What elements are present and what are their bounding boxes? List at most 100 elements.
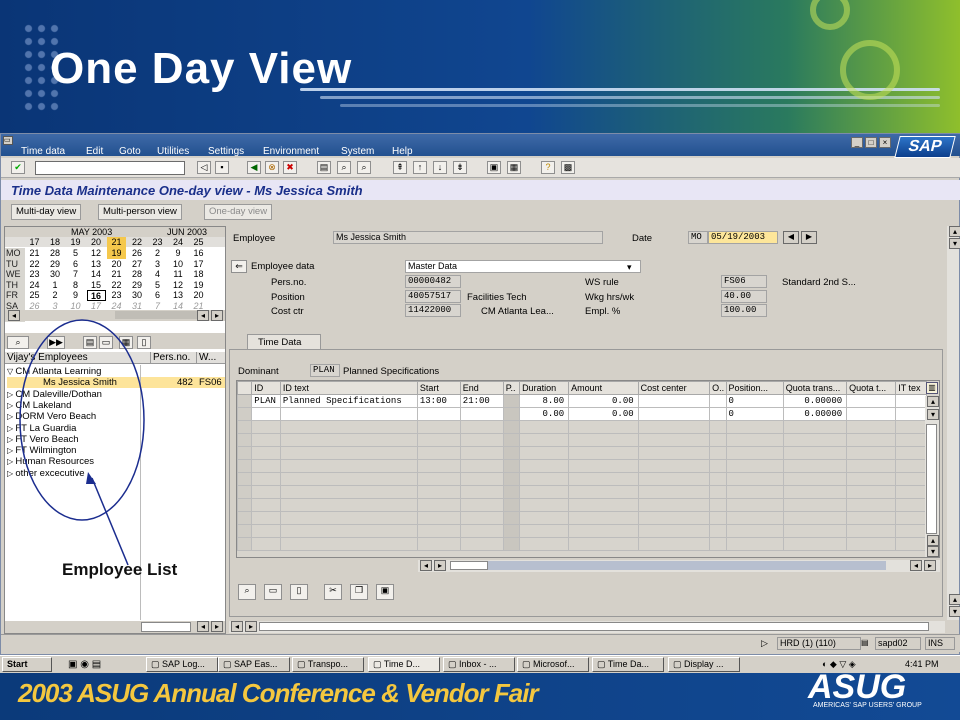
table-cell[interactable]: 0.00 [568,394,639,408]
table-cell[interactable] [568,420,639,434]
row-selector[interactable] [237,446,253,460]
calendar-day[interactable]: 21 [25,248,44,259]
table-cell[interactable] [416,472,461,486]
menu-time-data[interactable]: Time data [21,146,65,157]
row-selector[interactable] [237,511,253,525]
tree-header-persno[interactable]: Pers.no. [150,352,190,363]
table-cell[interactable] [502,472,521,486]
print-icon[interactable]: ▤ [317,161,331,174]
tree-header-ws[interactable]: W... [196,352,216,363]
table-cell[interactable] [725,459,784,473]
table-cell[interactable] [709,537,727,551]
table-cell[interactable] [709,498,727,512]
table-cell[interactable] [459,537,504,551]
table-cell[interactable] [416,433,461,447]
table-cell[interactable] [637,459,711,473]
shortcut-icon[interactable]: ▦ [507,161,521,174]
scroll-up-icon[interactable]: ▴ [949,226,960,237]
table-cell[interactable] [782,485,848,499]
table-cell[interactable] [725,433,784,447]
previous-page-icon[interactable]: ↑ [413,161,427,174]
pane-vscrollbar[interactable]: ▴ ▾ ▴ ▾ [947,226,960,620]
row-selector[interactable] [237,537,253,551]
print-tree-icon[interactable]: ▤ [83,336,97,349]
delete-icon[interactable]: ▯ [137,336,151,349]
scroll-right-icon[interactable]: ▸ [924,560,936,571]
table-cell[interactable] [502,485,521,499]
forward-icon[interactable]: ▶▶ [47,336,65,349]
table-cell[interactable] [459,446,504,460]
calendar-week-number[interactable]: 17 [25,237,44,248]
calendar-day[interactable]: 3 [148,259,167,270]
table-cell[interactable]: 0.00000 [782,394,848,408]
calendar-day[interactable]: 19 [107,248,126,259]
calendar-day[interactable]: 16 [189,248,208,259]
table-cell[interactable] [251,485,281,499]
table-cell[interactable] [519,433,570,447]
scroll-right-icon[interactable]: ▸ [245,621,257,632]
tree-item[interactable]: ▷ DORM Vero Beach [7,411,223,422]
column-header[interactable]: Duration [519,381,570,395]
table-cell[interactable] [502,498,521,512]
table-cell[interactable]: 0.00 [568,407,639,421]
table-cell[interactable] [709,446,727,460]
status-expand-icon[interactable]: ▷ [761,638,768,649]
scroll-right-icon[interactable]: ▸ [211,621,223,632]
table-cell[interactable] [502,433,521,447]
table-cell[interactable] [637,446,711,460]
calendar-day[interactable]: 30 [128,290,147,301]
table-cell[interactable] [416,446,461,460]
details-icon[interactable]: ⌕ [238,584,256,600]
scroll-thumb[interactable] [259,622,929,631]
column-header[interactable]: Position... [725,381,784,395]
table-cell[interactable] [725,524,784,538]
table-cell[interactable] [895,498,927,512]
tree-item[interactable]: ▷ CM Daleville/Dothan [7,389,223,400]
taskbar-window-button[interactable]: ▢ Inbox - ... [443,657,515,672]
table-cell[interactable] [725,537,784,551]
scroll-down-icon[interactable]: ▾ [949,238,960,249]
scroll-right-icon[interactable]: ▸ [211,310,223,321]
tree-header-employees[interactable]: Vijay's Employees [7,352,88,363]
column-header[interactable]: End [459,381,504,395]
column-header[interactable]: Quota t... [846,381,897,395]
table-cell[interactable] [637,433,711,447]
calendar-day[interactable]: 25 [25,290,44,301]
calendar-day[interactable]: 15 [87,280,106,291]
table-cell[interactable] [502,459,521,473]
table-cell[interactable] [846,524,897,538]
column-header[interactable]: O.. [709,381,727,395]
table-cell[interactable] [709,472,727,486]
calendar-day[interactable]: 20 [189,290,208,301]
table-cell[interactable] [459,498,504,512]
row-selector[interactable] [237,459,253,473]
row-selector[interactable] [237,524,253,538]
calendar-day[interactable]: 29 [46,259,65,270]
table-cell[interactable] [568,485,639,499]
taskbar-window-button[interactable]: ▢ Microsof... [517,657,589,672]
layout-menu-icon[interactable]: ▩ [561,161,575,174]
calendar-day[interactable]: 28 [128,269,147,280]
tree-item[interactable]: Ms Jessica Smith 482 FS06 [7,377,225,389]
table-cell[interactable] [846,420,897,434]
table-cell[interactable] [568,537,639,551]
table-row[interactable]: 0.00 0.00 0 0.00000 [237,407,927,421]
table-cell[interactable] [568,524,639,538]
table-cell[interactable] [519,498,570,512]
table-cell[interactable] [459,420,504,434]
menu-utilities[interactable]: Utilities [157,146,189,157]
system-info[interactable]: HRD (1) (110) [777,637,861,650]
dropdown-icon[interactable]: ▾ [627,262,632,273]
calendar-day[interactable]: 10 [169,259,188,270]
table-cell[interactable] [519,537,570,551]
table-cell[interactable] [637,511,711,525]
table-cell[interactable] [502,537,521,551]
table-cell[interactable] [895,537,927,551]
table-row[interactable] [237,485,927,499]
tree-item[interactable]: ▽ CM Atlanta Learning [7,366,223,377]
table-cell[interactable] [568,511,639,525]
scroll-thumb[interactable] [926,424,937,534]
maximize-icon[interactable]: □ [865,137,877,148]
row-selector[interactable] [237,498,253,512]
table-cell[interactable] [502,420,521,434]
